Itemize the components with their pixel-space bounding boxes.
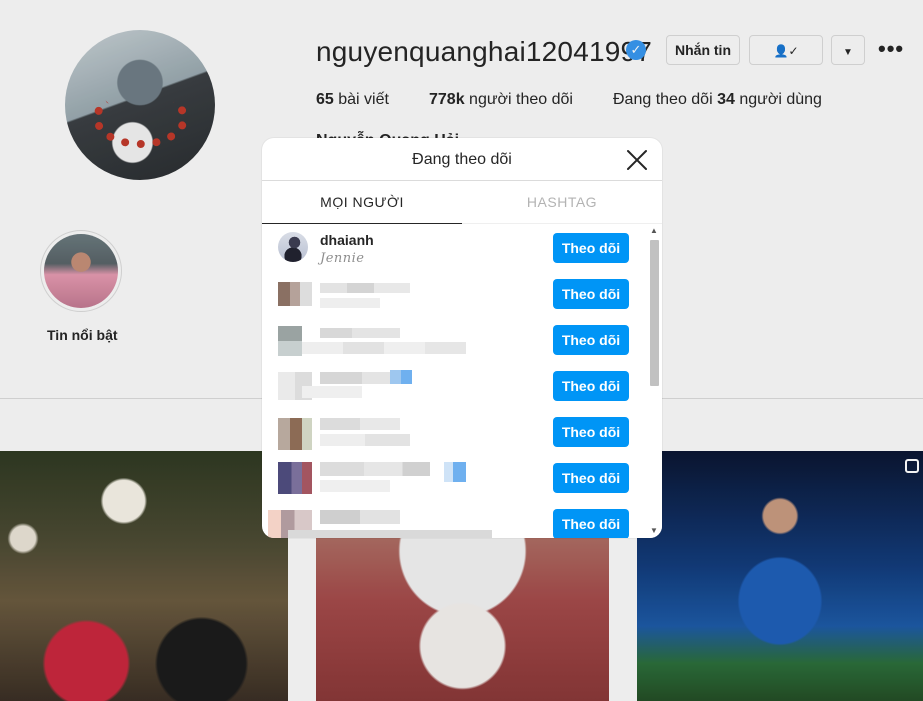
list-item[interactable]: Theo dõi	[262, 316, 646, 362]
dialog-tabs: MỌI NGƯỜI HASHTAG	[262, 181, 662, 224]
scrollbar-thumb[interactable]	[650, 240, 659, 386]
dialog-header: Đang theo dõi	[262, 138, 662, 181]
follow-button[interactable]: Theo dõi	[553, 325, 629, 355]
pixelated-username	[320, 418, 400, 430]
scroll-up-arrow-icon[interactable]: ▲	[650, 226, 658, 236]
pixelated-username	[320, 328, 400, 338]
row-username[interactable]: dhaianh	[320, 232, 374, 248]
list-item[interactable]: Theo dõi	[262, 408, 646, 454]
avatar[interactable]	[278, 232, 308, 262]
tab-hashtag[interactable]: HASHTAG	[462, 181, 662, 224]
pixelated-subtitle	[288, 530, 492, 538]
follow-button[interactable]: Theo dõi	[553, 509, 629, 538]
pixelated-subtitle	[302, 386, 362, 398]
close-icon[interactable]	[624, 147, 650, 173]
pixelated-subtitle	[320, 480, 390, 492]
pixelated-username	[320, 372, 390, 384]
pixelated-subtitle	[320, 434, 410, 446]
follow-button[interactable]: Theo dõi	[553, 463, 629, 493]
pixelated-username	[320, 283, 410, 293]
list-item[interactable]: Theo dõi	[262, 500, 646, 538]
pixelated-username	[320, 462, 430, 476]
row-fullname: Jennie	[320, 251, 365, 266]
pixelated-avatar	[278, 326, 302, 356]
following-list: dhaianh Jennie Theo dõi Theo dõi Theo dõ…	[262, 224, 646, 538]
scrollbar[interactable]: ▲ ▼	[646, 224, 662, 538]
list-item[interactable]: Theo dõi	[262, 270, 646, 316]
pixelated-username	[320, 510, 400, 524]
follow-button[interactable]: Theo dõi	[553, 417, 629, 447]
pixelated-avatar	[278, 282, 312, 306]
follow-button[interactable]: Theo dõi	[553, 233, 629, 263]
follow-button[interactable]: Theo dõi	[553, 371, 629, 401]
pixelated-subtitle	[302, 342, 466, 354]
follow-button[interactable]: Theo dõi	[553, 279, 629, 309]
pixelated-avatar	[278, 462, 312, 494]
list-item[interactable]: Theo dõi	[262, 454, 646, 500]
list-item[interactable]: dhaianh Jennie Theo dõi	[262, 224, 646, 270]
pixelated-avatar	[278, 418, 312, 450]
list-item[interactable]: Theo dõi	[262, 362, 646, 408]
pixelated-verified	[390, 370, 412, 384]
pixelated-verified	[444, 462, 466, 482]
following-dialog: Đang theo dõi MỌI NGƯỜI HASHTAG dhaianh …	[262, 138, 662, 538]
scroll-down-arrow-icon[interactable]: ▼	[650, 526, 658, 536]
tab-people[interactable]: MỌI NGƯỜI	[262, 181, 462, 224]
dialog-title: Đang theo dõi	[412, 151, 512, 168]
pixelated-subtitle	[320, 298, 380, 308]
